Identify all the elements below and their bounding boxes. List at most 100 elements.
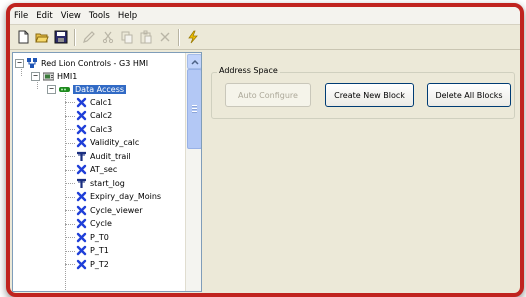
tree-item-label: Calc1 [90, 97, 113, 107]
tree-item-label: Cycle_viewer [90, 205, 143, 215]
tree-item[interactable]: Cycle [76, 218, 112, 230]
create-new-block-button[interactable]: Create New Block [325, 83, 414, 107]
tree-item-label: P_T1 [90, 246, 109, 255]
tree-connector [65, 102, 75, 103]
toolbar-separator [74, 28, 75, 46]
tree-connector [65, 196, 75, 198]
edit-pencil-icon [82, 31, 95, 43]
tree-item[interactable]: Calc2 [76, 110, 112, 122]
menu-edit[interactable]: Edit [32, 11, 56, 21]
tree-connector [65, 142, 75, 144]
tree-node-root[interactable]: − Red Lion Controls - G3 HMI [15, 57, 148, 69]
tree-item[interactable]: P_T2 [76, 258, 109, 270]
collapse-toggle[interactable]: − [31, 71, 40, 81]
x-tag-icon [76, 259, 87, 270]
tree-item-label: P_T0 [90, 232, 109, 242]
open-button[interactable] [32, 28, 51, 46]
menu-file[interactable]: File [10, 11, 32, 21]
save-button[interactable] [51, 28, 70, 46]
tree-item-label: Calc2 [90, 111, 113, 120]
x-tag-icon [76, 124, 87, 135]
delete-icon [160, 32, 169, 42]
tree-item[interactable]: start_log [76, 177, 125, 189]
hmi-device-icon [43, 71, 54, 82]
tree-connector [65, 210, 75, 211]
scroll-up-button[interactable] [187, 54, 201, 69]
tree-label-root: Red Lion Controls - G3 HMI [41, 58, 149, 68]
copy-icon [121, 31, 132, 44]
tree-scrollbar[interactable] [185, 53, 201, 291]
tree-item-label: start_log [90, 178, 125, 188]
x-tag-icon [76, 191, 87, 202]
lightning-icon [187, 30, 198, 44]
tree-node-data-access[interactable]: − Data Access [47, 83, 127, 95]
new-file-icon [18, 30, 28, 44]
t-tag-icon [76, 178, 87, 189]
collapse-toggle[interactable]: − [47, 84, 56, 94]
tree-connector [65, 90, 66, 291]
tree-item[interactable]: Validity_calc [76, 137, 139, 149]
grip-line [192, 108, 197, 109]
toolbar-separator [178, 28, 179, 46]
paste-icon [140, 30, 151, 44]
tree-item-label: Validity_calc [90, 138, 140, 147]
menu-tools[interactable]: Tools [85, 11, 114, 21]
collapse-toggle[interactable]: − [15, 58, 24, 68]
tree-connector [65, 183, 75, 184]
chevron-up-icon [190, 59, 199, 65]
tree-item[interactable]: Calc1 [76, 96, 112, 108]
tree-item[interactable]: P_T1 [76, 245, 109, 257]
cut-icon [102, 31, 113, 44]
send-button[interactable] [183, 28, 202, 46]
tree-item-label: P_T2 [90, 259, 109, 269]
tree-label-hmi: HMI1 [57, 71, 78, 81]
address-space-title: Address Space [217, 66, 280, 75]
tree-connector [65, 156, 75, 157]
menu-help[interactable]: Help [114, 11, 141, 21]
toolbar [10, 25, 520, 50]
x-tag-icon [76, 164, 87, 175]
tree-item[interactable]: Cycle_viewer [76, 204, 143, 216]
menu-view[interactable]: View [57, 11, 85, 21]
new-file-button[interactable] [13, 28, 32, 46]
save-icon [54, 30, 67, 44]
tree-node-hmi[interactable]: − HMI1 [31, 70, 77, 82]
app-window: File Edit View Tools Help − Red Lion Con… [6, 3, 524, 297]
t-tag-icon [76, 151, 87, 162]
tree-label-data-access: Data Access [73, 84, 127, 94]
tree-connector [65, 223, 75, 225]
network-icon [27, 57, 38, 69]
x-tag-icon [76, 232, 87, 243]
tree-item[interactable]: Expiry_day_Moins [76, 191, 161, 203]
menu-bar: File Edit View Tools Help [10, 7, 520, 25]
tree-connector [65, 264, 75, 265]
paste-button[interactable] [136, 28, 155, 46]
open-folder-icon [34, 33, 49, 43]
x-tag-icon [76, 245, 87, 256]
cut-button[interactable] [98, 28, 117, 46]
edit-button[interactable] [79, 28, 98, 46]
tree-item-label: Cycle [90, 219, 112, 228]
delete-all-blocks-button[interactable]: Delete All Blocks [427, 83, 511, 107]
x-tag-icon [76, 218, 87, 229]
x-tag-icon [76, 97, 87, 108]
copy-button[interactable] [117, 28, 136, 46]
tree-connector [65, 129, 75, 130]
delete-button[interactable] [155, 28, 174, 46]
content-pane: Address Space Auto Configure Create New … [203, 52, 518, 292]
tree-connector [65, 115, 75, 117]
tree-view: − Red Lion Controls - G3 HMI − HMI1 − Da… [13, 53, 186, 291]
scroll-thumb[interactable] [187, 69, 201, 149]
grip-line [192, 111, 197, 112]
tree-item[interactable]: AT_sec [76, 164, 117, 176]
tree-item[interactable]: P_T0 [76, 231, 109, 243]
grip-line [192, 105, 197, 106]
auto-configure-button[interactable]: Auto Configure [225, 83, 311, 107]
x-tag-icon [76, 205, 87, 216]
tree-item-label: Expiry_day_Moins [90, 192, 162, 201]
tree-connector [65, 237, 75, 238]
tree-item-label: AT_sec [90, 165, 118, 174]
tree-item-label: Audit_trail [90, 151, 131, 161]
tree-item[interactable]: Calc3 [76, 123, 112, 135]
tree-item[interactable]: Audit_trail [76, 150, 131, 162]
